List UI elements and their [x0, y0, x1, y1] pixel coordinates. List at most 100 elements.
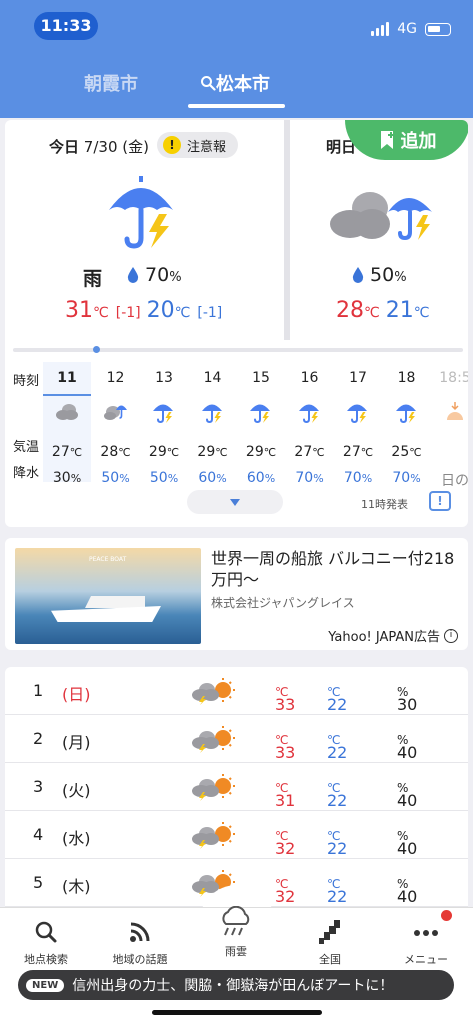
hour-column: 17 27℃ 70%	[334, 362, 382, 486]
ad-image[interactable]: PEACE BOAT	[15, 548, 201, 644]
raindrop-icon	[127, 267, 139, 283]
hourly-forecast[interactable]: 時刻 気温 降水 11 27℃ 30% 12 28℃ 50% 13 29℃ 50% 14 29℃ 60…	[5, 346, 468, 527]
app-header: 11:33 4G 朝霞市 松本市	[0, 0, 473, 118]
cloud-thunder-umbrella-icon	[330, 192, 432, 241]
hour-column: 16 27℃ 70%	[286, 362, 334, 486]
hour-column: 18 25℃ 70%	[383, 362, 431, 486]
status-indicators: 4G	[371, 19, 451, 39]
status-time: 11:33	[34, 12, 98, 40]
weekly-low: 22 ℃	[327, 877, 348, 906]
add-location-button[interactable]: 追加	[345, 120, 468, 160]
weekly-precip: 30%	[397, 685, 418, 714]
bookmark-add-icon	[380, 131, 394, 149]
tab-matsumoto[interactable]: 松本市	[200, 70, 270, 96]
more-icon	[414, 930, 438, 936]
weekly-dow: (月)	[62, 733, 91, 752]
weekly-day: 4	[33, 825, 44, 844]
issued-time: 11時発表	[361, 498, 408, 511]
hour-temp: 27℃	[294, 444, 325, 460]
weekly-day: 1	[33, 681, 44, 700]
alert-label: 注意報	[187, 139, 227, 155]
ad-company: 株式会社ジャパングレイス	[211, 596, 355, 610]
hour-label: 18	[397, 370, 416, 386]
ad-banner[interactable]: PEACE BOAT 世界一周の船旅 バルコニー付218万円〜 株式会社ジャパン…	[5, 538, 468, 650]
thunder-sun-icon	[189, 725, 237, 753]
nav-menu[interactable]: メニュー	[386, 914, 466, 967]
weekly-high: 31 ℃	[275, 781, 296, 810]
cloud-icon	[55, 400, 79, 424]
hour-label: 12	[106, 370, 125, 386]
tab-asaka[interactable]: 朝霞市	[84, 70, 138, 96]
weekly-dow: (水)	[62, 829, 91, 848]
comment-icon[interactable]: !	[429, 491, 451, 511]
nav-local-topics-label: 地域の話題	[112, 953, 168, 966]
thunder-sun-icon	[189, 773, 237, 801]
weekly-row[interactable]: 4 (水) 32 ℃ 22 ℃ 40%	[5, 811, 468, 859]
weekly-row[interactable]: 1 (日) 33 ℃ 22 ℃ 30%	[5, 667, 468, 715]
ship-hull	[51, 606, 161, 622]
ad-label[interactable]: Yahoo! JAPAN広告 i	[328, 626, 458, 645]
hour-column: 12 28℃ 50%	[92, 362, 140, 486]
nav-local-topics[interactable]: 地域の話題	[100, 914, 180, 967]
tomorrow-precip: 50%	[352, 264, 407, 286]
hourly-scrollbar[interactable]	[13, 346, 463, 353]
ad-image-caption: PEACE BOAT	[89, 556, 127, 563]
weekly-low: 22 ℃	[327, 781, 348, 810]
signal-icon	[371, 22, 390, 36]
today-high: 31℃ [-1]	[65, 298, 141, 323]
sunset-time: 18:5	[439, 370, 468, 386]
warning-icon: !	[163, 136, 181, 154]
umbrella-thunder-icon	[109, 176, 173, 249]
tomorrow-low: 21℃	[385, 298, 430, 323]
hour-precip: 60%	[246, 470, 276, 486]
weekly-row[interactable]: 3 (火) 31 ℃ 22 ℃ 40%	[5, 763, 468, 811]
hour-label: 16	[300, 370, 319, 386]
cloud-rain-icon	[103, 400, 128, 424]
nav-search[interactable]: 地点検索	[6, 914, 86, 967]
weekly-precip: 40%	[397, 829, 418, 858]
weekly-low: 22 ℃	[327, 733, 348, 762]
hour-temp: 27℃	[51, 444, 83, 460]
sunset-column: 18:5 日の	[431, 362, 468, 489]
today-panel[interactable]: 今日 7/30 (金) ! 注意報 雨 70% 31℃ [-1] 20℃ [-1…	[5, 120, 284, 340]
active-tab-indicator	[188, 104, 285, 108]
nav-nationwide[interactable]: 全国	[290, 914, 370, 967]
weekly-precip: 40%	[397, 781, 418, 810]
today-weather: 雨	[83, 268, 103, 290]
alert-badge[interactable]: ! 注意報	[157, 132, 239, 158]
search-icon	[35, 921, 57, 943]
umbrella-thunder-icon	[395, 400, 419, 424]
notification-badge	[441, 910, 452, 921]
today-precip: 70%	[127, 264, 182, 286]
nav-rain-cloud-label: 雨雲	[225, 945, 247, 958]
rss-icon	[130, 922, 150, 942]
japan-map-icon	[319, 920, 340, 944]
today-low: 20℃ [-1]	[146, 298, 223, 323]
nav-search-label: 地点検索	[24, 953, 68, 966]
hour-temp: 29℃	[148, 444, 180, 460]
add-label: 追加	[400, 131, 437, 152]
thunder-sun-icon	[189, 677, 237, 705]
hour-temp: 25℃	[391, 444, 422, 460]
hour-temp: 27℃	[342, 444, 374, 460]
raindrop-icon	[352, 267, 364, 283]
nav-rain-cloud[interactable]: 雨雲	[196, 905, 276, 959]
weekly-dow: (火)	[62, 781, 91, 800]
weekly-high: 33 ℃	[275, 685, 296, 714]
sunset-icon	[443, 400, 467, 424]
thunder-sun-icon	[189, 821, 237, 849]
battery-icon	[425, 22, 451, 36]
weekly-low: 22 ℃	[327, 685, 348, 714]
label-time: 時刻	[13, 374, 40, 389]
news-ticker[interactable]: NEW 信州出身の力士、関脇・御嶽海が田んぼアートに！	[18, 970, 454, 1000]
weekly-row[interactable]: 2 (月) 33 ℃ 22 ℃ 40%	[5, 715, 468, 763]
info-icon: i	[444, 628, 458, 643]
hour-column: 11 27℃ 30%	[43, 362, 91, 486]
hour-column: 15 29℃ 60%	[237, 362, 285, 486]
weekly-low: 22 ℃	[327, 829, 348, 858]
weekly-precip: 40%	[397, 733, 418, 762]
expand-button[interactable]	[187, 490, 283, 514]
weekly-dow: (木)	[62, 877, 91, 896]
label-temp: 気温	[13, 440, 40, 455]
sunset-text: 日の	[441, 473, 468, 489]
